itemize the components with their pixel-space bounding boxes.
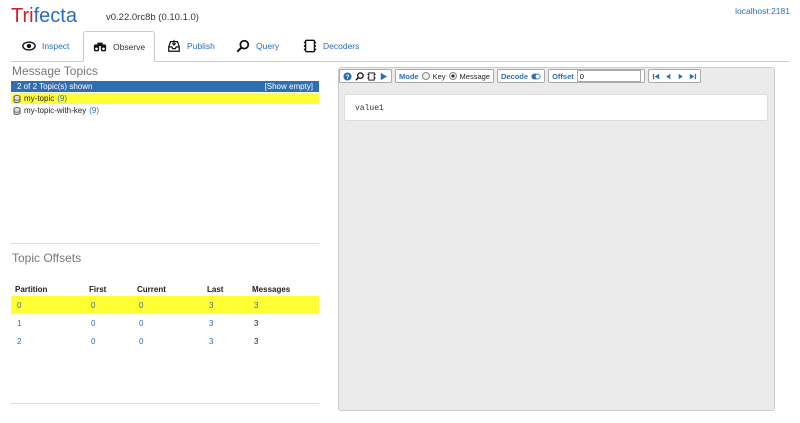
- binoculars-icon: [93, 42, 107, 51]
- message-toolbar: ? Mode Key Message Decode Offset: [339, 69, 701, 83]
- table-row[interactable]: 1 0 0 3 3: [11, 314, 319, 332]
- tab-observe[interactable]: Observe: [83, 31, 156, 62]
- mode-message-radio[interactable]: [448, 72, 457, 80]
- divider: [11, 403, 319, 404]
- offsets-header-row: Partition First Current Last Messages: [11, 282, 319, 296]
- magnifier-icon: [236, 39, 250, 52]
- mode-key-label: Key: [432, 71, 446, 81]
- table-row[interactable]: 0 0 0 3 3: [11, 296, 319, 314]
- mode-message-label: Message: [459, 71, 490, 81]
- topic-offsets-title: Topic Offsets: [12, 251, 82, 265]
- messages-cell: 3: [248, 296, 319, 314]
- topic-name: my-topic-with-key: [24, 106, 87, 115]
- svg-text:?: ?: [346, 73, 350, 80]
- current-cell[interactable]: 0: [133, 296, 203, 314]
- brand-part2: fecta: [33, 5, 77, 27]
- table-row[interactable]: 2 0 0 3 3: [11, 332, 319, 350]
- first-cell[interactable]: 0: [85, 332, 133, 350]
- partition-cell[interactable]: 1: [11, 314, 85, 332]
- topics-shown-count: 2 of 2 Topic(s) shown: [17, 82, 93, 91]
- last-cell[interactable]: 3: [203, 314, 248, 332]
- show-empty-link[interactable]: [Show empty]: [265, 81, 313, 92]
- tab-query[interactable]: Query: [227, 31, 288, 60]
- messages-cell: 3: [254, 318, 259, 328]
- search-icon[interactable]: [355, 71, 364, 81]
- decode-group: Decode: [496, 69, 546, 83]
- inbox-icon: [168, 39, 180, 52]
- tab-decoders[interactable]: Decoders: [294, 31, 368, 60]
- topic-item-my-topic-with-key[interactable]: my-topic-with-key (9): [11, 105, 319, 116]
- column-header-last: Last: [207, 284, 224, 294]
- tab-inspect[interactable]: Inspect: [13, 31, 78, 60]
- mode-label: Mode: [399, 71, 419, 81]
- decode-label: Decode: [500, 71, 529, 81]
- first-cell[interactable]: 0: [85, 314, 133, 332]
- partition-cell[interactable]: 2: [11, 332, 85, 350]
- current-cell[interactable]: 0: [133, 314, 203, 332]
- message-topics-title: Message Topics: [12, 64, 98, 78]
- tab-query-label: Query: [256, 40, 280, 51]
- brand-part1: Tri: [11, 5, 34, 27]
- column-header-messages: Messages: [252, 284, 291, 294]
- next-icon[interactable]: [676, 72, 685, 81]
- messages-cell: 3: [254, 336, 259, 346]
- database-icon: [13, 106, 21, 115]
- navigation-group: [647, 69, 701, 83]
- tab-publish[interactable]: Publish: [158, 31, 224, 60]
- tab-bar: Inspect Observe Publish Query Decoders: [11, 31, 789, 62]
- message-value: value1: [355, 104, 384, 113]
- mode-group: Mode Key Message: [395, 69, 494, 83]
- column-header-first: First: [89, 284, 107, 294]
- last-page-icon[interactable]: [688, 72, 697, 81]
- message-item[interactable]: value1: [344, 94, 768, 121]
- version-label: v0.22.0rc8b (0.10.1.0): [106, 12, 199, 23]
- first-page-icon[interactable]: [652, 72, 661, 81]
- offsets-table: Partition First Current Last Messages 0 …: [11, 282, 319, 350]
- mode-key-radio[interactable]: [421, 72, 430, 80]
- offset-group: Offset: [548, 69, 645, 83]
- tab-decoders-label: Decoders: [323, 40, 360, 51]
- toggle-icon[interactable]: [531, 73, 541, 80]
- eye-icon: [22, 40, 36, 51]
- topic-item-my-topic[interactable]: my-topic (9): [11, 93, 319, 104]
- play-icon[interactable]: [379, 72, 388, 81]
- film-icon: [303, 39, 317, 52]
- host-link[interactable]: localhost:2181: [735, 6, 790, 16]
- toolbar-actions: ?: [339, 69, 392, 83]
- database-icon: [13, 94, 21, 103]
- film-icon[interactable]: [367, 71, 376, 81]
- topic-count: (9): [57, 94, 68, 103]
- prev-icon[interactable]: [664, 72, 673, 81]
- partition-cell[interactable]: 0: [11, 296, 85, 314]
- column-header-current: Current: [137, 284, 166, 294]
- app-logo: Trifecta: [11, 5, 77, 27]
- current-cell[interactable]: 0: [133, 332, 203, 350]
- divider: [11, 243, 319, 244]
- help-icon[interactable]: ?: [343, 71, 352, 81]
- offset-input[interactable]: [576, 70, 641, 82]
- last-cell[interactable]: 3: [203, 332, 248, 350]
- offset-label: Offset: [552, 71, 574, 81]
- tab-observe-label: Observe: [113, 41, 146, 52]
- column-header-partition: Partition: [15, 284, 48, 294]
- topic-name: my-topic: [24, 94, 55, 103]
- topic-count: (9): [89, 106, 100, 115]
- first-cell[interactable]: 0: [85, 296, 133, 314]
- tab-inspect-label: Inspect: [42, 40, 70, 51]
- topics-header-bar: 2 of 2 Topic(s) shown [Show empty]: [11, 81, 319, 92]
- last-cell[interactable]: 3: [203, 296, 248, 314]
- tab-publish-label: Publish: [187, 40, 215, 51]
